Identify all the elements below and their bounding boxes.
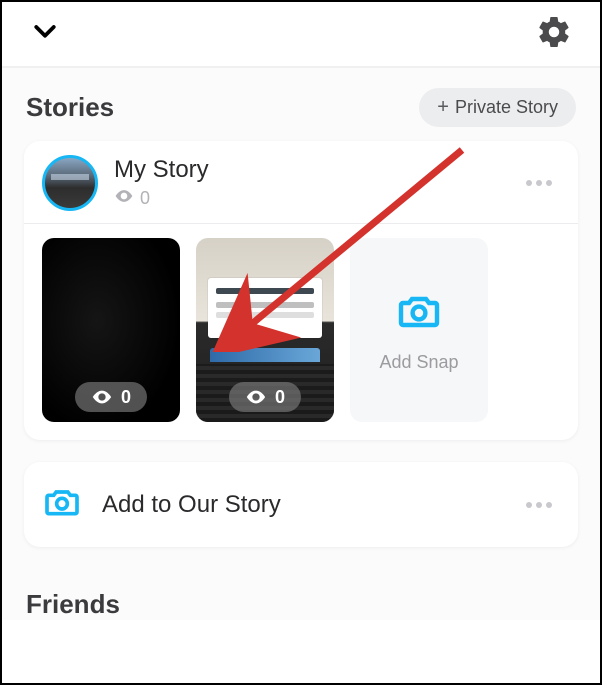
my-story-view-count: 0 [140, 188, 150, 209]
friends-section-title: Friends [26, 589, 120, 620]
snap-1-view-pill: 0 [75, 382, 147, 412]
my-story-title: My Story [114, 156, 518, 184]
back-chevron-icon[interactable] [30, 17, 60, 52]
our-story-label: Add to Our Story [102, 491, 498, 519]
story-snap-thumb-1[interactable]: 0 [42, 238, 180, 422]
private-story-button[interactable]: + Private Story [419, 88, 576, 127]
my-story-more-icon[interactable] [518, 172, 560, 194]
add-snap-button[interactable]: Add Snap [350, 238, 488, 422]
snap-1-view-count: 0 [121, 387, 131, 408]
add-to-our-story-button[interactable]: Add to Our Story [24, 462, 578, 547]
snap-2-view-count: 0 [275, 387, 285, 408]
snap-2-view-pill: 0 [229, 382, 301, 412]
plus-icon: + [437, 96, 449, 119]
story-snap-thumb-2[interactable]: 0 [196, 238, 334, 422]
our-story-card: Add to Our Story [24, 462, 578, 547]
camera-icon [395, 287, 443, 340]
eye-icon [114, 186, 134, 211]
settings-gear-icon[interactable] [536, 14, 572, 55]
add-snap-label: Add Snap [379, 352, 458, 373]
my-story-card: My Story 0 0 [24, 141, 578, 440]
my-story-avatar[interactable] [42, 155, 98, 211]
stories-section-title: Stories [26, 92, 114, 123]
my-story-views: 0 [114, 186, 518, 211]
camera-icon [42, 482, 82, 527]
private-story-label: Private Story [455, 97, 558, 118]
my-story-row[interactable]: My Story 0 [24, 141, 578, 223]
our-story-more-icon[interactable] [518, 494, 560, 516]
